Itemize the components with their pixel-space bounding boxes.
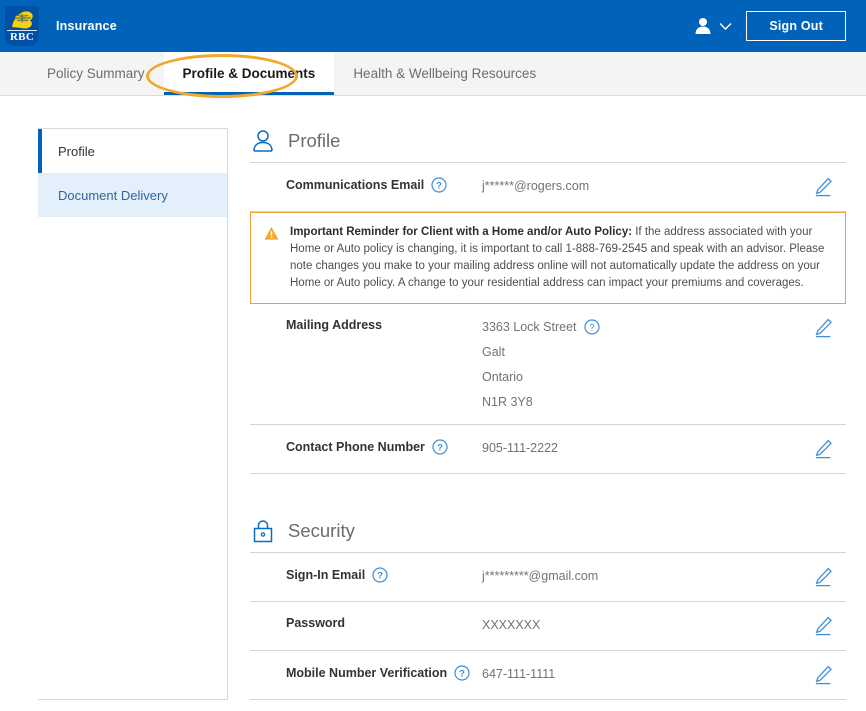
security-rows: Sign-In Email ? j*********@gmail.com Pas… <box>250 552 846 700</box>
sidebar-item-label: Document Delivery <box>58 187 168 203</box>
rbc-shield-icon: RBC <box>5 6 39 46</box>
help-icon[interactable]: ? <box>372 567 388 583</box>
app-title: Insurance <box>56 19 117 33</box>
help-icon[interactable]: ? <box>431 177 447 193</box>
row-value: 3363 Lock Street ? Galt Ontario N1R 3Y8 <box>482 317 800 411</box>
header-actions: Sign Out <box>693 11 866 41</box>
address-line-2: Galt <box>482 345 505 359</box>
svg-text:?: ? <box>436 181 442 192</box>
tab-health-wellbeing[interactable]: Health & Wellbeing Resources <box>334 52 555 95</box>
row-signin-email: Sign-In Email ? j*********@gmail.com <box>250 553 846 602</box>
edit-signin-email-button[interactable] <box>800 566 846 588</box>
row-label: Communications Email ? <box>286 176 482 193</box>
warning-triangle-icon <box>264 227 279 240</box>
security-section-header: Security <box>250 518 846 544</box>
person-icon <box>695 18 711 34</box>
sidebar-nav: Profile Document Delivery <box>38 128 228 700</box>
row-value: 647-111-1111 <box>482 667 556 681</box>
svg-text:?: ? <box>377 571 383 582</box>
svg-text:?: ? <box>459 669 465 680</box>
user-menu[interactable] <box>693 16 732 36</box>
sidebar-item-document-delivery[interactable]: Document Delivery <box>38 173 227 217</box>
alert-text: Important Reminder for Client with a Hom… <box>290 224 831 292</box>
row-label-text: Communications Email <box>286 178 425 192</box>
rbc-lion-globe-icon <box>12 11 33 29</box>
row-label: Mobile Number Verification ? <box>286 664 482 681</box>
profile-rows: Communications Email ? j******@rogers.co… <box>250 162 846 474</box>
pencil-icon <box>815 616 832 636</box>
profile-section-header: Profile <box>250 128 846 154</box>
row-label-text: Sign-In Email <box>286 568 366 582</box>
lock-icon <box>253 520 273 543</box>
row-communications-email: Communications Email ? j******@rogers.co… <box>250 163 846 212</box>
help-icon[interactable]: ? <box>583 319 600 335</box>
row-label: Mailing Address <box>286 317 482 332</box>
rbc-logo[interactable]: RBC <box>0 0 44 52</box>
row-mobile-number-verification: Mobile Number Verification ? 647-111-111… <box>250 651 846 700</box>
help-icon[interactable]: ? <box>432 439 448 455</box>
row-label: Password <box>286 615 482 630</box>
edit-password-button[interactable] <box>800 615 846 637</box>
pencil-icon <box>815 665 832 685</box>
edit-communications-email-button[interactable] <box>800 176 846 198</box>
tab-policy-summary[interactable]: Policy Summary <box>28 52 164 95</box>
pencil-icon <box>815 177 832 197</box>
pencil-icon <box>815 439 832 459</box>
edit-mailing-address-button[interactable] <box>800 317 846 339</box>
row-label-text: Contact Phone Number <box>286 440 425 454</box>
tab-profile-documents[interactable]: Profile & Documents <box>163 52 335 95</box>
pencil-icon <box>815 567 832 587</box>
sign-out-button[interactable]: Sign Out <box>746 11 846 41</box>
row-value: XXXXXXX <box>482 618 541 632</box>
address-line-1-wrap: 3363 Lock Street ? <box>482 318 800 336</box>
rbc-wordmark: RBC <box>9 31 35 43</box>
edit-contact-phone-button[interactable] <box>800 438 846 460</box>
row-label-text: Mobile Number Verification <box>286 666 448 680</box>
help-icon[interactable]: ? <box>454 665 470 681</box>
row-password: Password XXXXXXX <box>250 602 846 651</box>
person-outline-icon <box>253 130 273 152</box>
row-value: j******@rogers.com <box>482 179 590 193</box>
row-value: 905-111-2222 <box>482 441 558 455</box>
important-reminder-alert: Important Reminder for Client with a Hom… <box>250 212 846 304</box>
chevron-down-icon <box>719 22 732 30</box>
app-header: RBC Insurance Sign Out <box>0 0 866 52</box>
alert-lead: Important Reminder for Client with a Hom… <box>290 226 633 238</box>
address-line-3: Ontario <box>482 370 523 384</box>
sidebar-item-profile[interactable]: Profile <box>38 129 227 173</box>
sidebar-item-label: Profile <box>58 143 95 159</box>
row-mailing-address: Mailing Address 3363 Lock Street ? Galt … <box>250 304 846 425</box>
main-tabbar: Policy Summary Profile & Documents Healt… <box>0 52 866 98</box>
row-label-text: Mailing Address <box>286 318 383 332</box>
row-value: j*********@gmail.com <box>482 569 599 583</box>
security-title: Security <box>288 520 355 541</box>
address-line-1: 3363 Lock Street <box>482 320 577 334</box>
edit-mobile-number-button[interactable] <box>800 664 846 686</box>
svg-text:?: ? <box>437 443 443 454</box>
svg-text:?: ? <box>589 323 594 334</box>
main-content: Profile Communications Email ? j******@r… <box>228 128 866 700</box>
row-label: Sign-In Email ? <box>286 566 482 583</box>
page-body: Profile Document Delivery Profile Commun… <box>0 96 866 700</box>
row-label-text: Password <box>286 616 346 630</box>
page-title: Profile <box>288 130 341 151</box>
address-postal-code: N1R 3Y8 <box>482 395 533 409</box>
row-contact-phone-number: Contact Phone Number ? 905-111-2222 <box>250 425 846 474</box>
pencil-icon <box>815 318 832 338</box>
row-label: Contact Phone Number ? <box>286 438 482 455</box>
